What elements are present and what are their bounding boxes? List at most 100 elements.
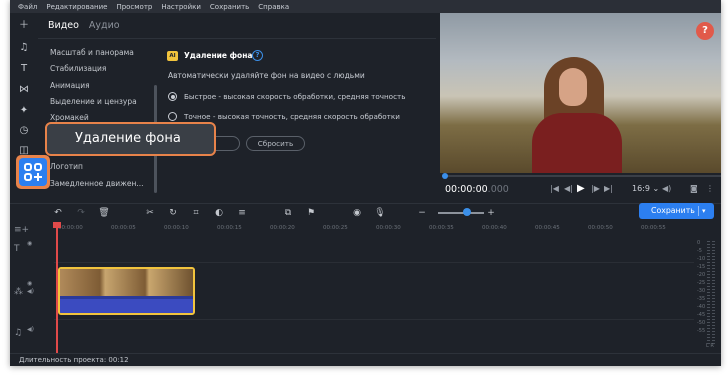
- help-badge[interactable]: ?: [696, 22, 714, 40]
- overlay-icon[interactable]: ⧉: [282, 208, 294, 219]
- audio-track-icon: ♫: [14, 328, 23, 338]
- status-bar: Длительность проекта: 00:12: [10, 353, 721, 366]
- meter-label: -20: [697, 272, 706, 278]
- meter-channels: L R: [706, 343, 714, 349]
- list-item[interactable]: Замедленное движен...: [50, 176, 158, 192]
- chevron-down-icon[interactable]: ▾: [702, 203, 706, 219]
- list-item[interactable]: Масштаб и панорама: [50, 45, 158, 61]
- play-icon[interactable]: ▶: [577, 184, 585, 194]
- more-tools-highlight[interactable]: [16, 155, 50, 189]
- menu-settings[interactable]: Настройки: [161, 3, 201, 11]
- add-track-icon[interactable]: ≡+: [14, 225, 29, 235]
- ruler-tick: 00:00:25: [323, 225, 348, 231]
- delete-icon[interactable]: 🗑: [98, 208, 110, 219]
- meter-label: -35: [697, 296, 706, 302]
- seek-knob[interactable]: [442, 173, 448, 179]
- menu-bar: Файл Редактирование Просмотр Настройки С…: [10, 0, 721, 13]
- video-track-icon: ⁂: [14, 287, 23, 297]
- color-adjust-icon[interactable]: ◐: [213, 208, 225, 219]
- tab-audio[interactable]: Аудио: [89, 20, 120, 31]
- zoom-knob[interactable]: [463, 208, 471, 216]
- crop-icon[interactable]: ⌗: [190, 208, 202, 219]
- ruler-tick: 00:00:30: [376, 225, 401, 231]
- microphone-icon[interactable]: 🎙: [374, 208, 386, 219]
- aspect-ratio-select[interactable]: 16:9 ⌄: [632, 184, 659, 194]
- video-clip[interactable]: [58, 267, 195, 315]
- meter-label: -15: [697, 264, 706, 270]
- timeline-ruler[interactable]: 00:00:00 00:00:05 00:00:10 00:00:15 00:0…: [54, 223, 694, 235]
- zoom-slider[interactable]: [438, 212, 484, 214]
- cut-icon[interactable]: ✂: [144, 208, 156, 219]
- radio-precise[interactable]: [168, 112, 177, 121]
- reset-button[interactable]: Сбросить: [246, 136, 305, 151]
- timecode-ms: .000: [487, 184, 509, 195]
- webcam-icon[interactable]: ◉: [351, 208, 363, 219]
- redo-icon[interactable]: ↷: [75, 208, 87, 219]
- ruler-tick: 00:00:50: [588, 225, 613, 231]
- clip-audio-waveform: [60, 299, 193, 313]
- transitions-icon[interactable]: ⋈: [16, 83, 32, 97]
- clip-thumbnails: [60, 269, 193, 296]
- list-item[interactable]: Логотип: [50, 159, 158, 175]
- radio-fast-label[interactable]: Быстрое - высокая скорость обработки, ср…: [184, 92, 405, 101]
- filters-list: Масштаб и панорама Стабилизация Анимация…: [50, 45, 158, 192]
- marker-icon[interactable]: ⚑: [305, 208, 317, 219]
- skip-start-icon[interactable]: |◀: [550, 184, 559, 194]
- zoom-out-icon[interactable]: −: [416, 208, 428, 219]
- speaker-icon[interactable]: ◀): [27, 287, 34, 297]
- menu-edit[interactable]: Редактирование: [46, 3, 107, 11]
- clip-properties-icon[interactable]: ≡: [236, 208, 248, 219]
- playhead[interactable]: [56, 223, 58, 353]
- ruler-tick: 00:00:35: [429, 225, 454, 231]
- magic-wand-icon[interactable]: ✦: [16, 104, 32, 118]
- preview-person-face: [559, 68, 587, 106]
- zoom-in-icon[interactable]: +: [485, 208, 497, 219]
- playhead-handle[interactable]: [53, 222, 61, 228]
- list-item[interactable]: Анимация: [50, 78, 158, 94]
- speaker-icon[interactable]: ◀): [27, 325, 34, 335]
- undo-icon[interactable]: ↶: [52, 208, 64, 219]
- video-preview: [440, 13, 721, 173]
- menu-file[interactable]: Файл: [18, 3, 37, 11]
- eye-icon[interactable]: ◉: [27, 239, 32, 249]
- step-back-icon[interactable]: ◀|: [564, 184, 573, 194]
- list-item[interactable]: Выделение и цензура: [50, 94, 158, 110]
- radio-precise-label[interactable]: Точное - высокая точность, средняя скоро…: [184, 112, 400, 121]
- tooltip-callout: Удаление фона: [45, 122, 216, 156]
- preview-seekbar[interactable]: [442, 173, 721, 179]
- ai-badge: AI: [167, 51, 178, 61]
- radio-fast[interactable]: [168, 92, 177, 101]
- step-forward-icon[interactable]: |▶: [591, 184, 600, 194]
- menu-help[interactable]: Справка: [258, 3, 289, 11]
- ruler-tick: 00:00:10: [164, 225, 189, 231]
- filter-tabs: Видео Аудио: [38, 13, 436, 39]
- meter-label: -25: [697, 280, 706, 286]
- more-tools-icon[interactable]: [19, 158, 47, 186]
- ruler-tick: 00:00:20: [270, 225, 295, 231]
- preview-person-body: [532, 113, 622, 173]
- ruler-tick: 00:00:05: [111, 225, 136, 231]
- help-icon[interactable]: ?: [252, 50, 263, 61]
- skip-end-icon[interactable]: ▶|: [604, 184, 613, 194]
- menu-view[interactable]: Просмотр: [116, 3, 152, 11]
- music-note-icon[interactable]: ♫: [16, 41, 32, 55]
- meter-label: -50: [697, 320, 706, 326]
- meter-bar-left: [707, 241, 710, 345]
- camera-icon[interactable]: ◙: [690, 184, 698, 194]
- tab-video[interactable]: Видео: [48, 20, 79, 31]
- clock-icon[interactable]: ◷: [16, 124, 32, 138]
- timecode: 00:00:00.000: [445, 184, 509, 195]
- text-icon[interactable]: T: [16, 62, 32, 76]
- aspect-ratio-value: 16:9: [632, 184, 650, 193]
- save-label: Сохранить: [651, 206, 695, 215]
- more-options-icon[interactable]: ⋮: [706, 184, 714, 194]
- save-separator: [698, 206, 699, 216]
- rotate-icon[interactable]: ↻: [167, 208, 179, 219]
- meter-label: -40: [697, 304, 706, 310]
- volume-icon[interactable]: ◀): [662, 184, 671, 194]
- list-item[interactable]: Стабилизация: [50, 61, 158, 77]
- save-button[interactable]: Сохранить ▾: [639, 203, 714, 219]
- meter-label: 0: [697, 240, 701, 246]
- plus-icon[interactable]: ＋: [16, 19, 32, 33]
- menu-save[interactable]: Сохранить: [210, 3, 249, 11]
